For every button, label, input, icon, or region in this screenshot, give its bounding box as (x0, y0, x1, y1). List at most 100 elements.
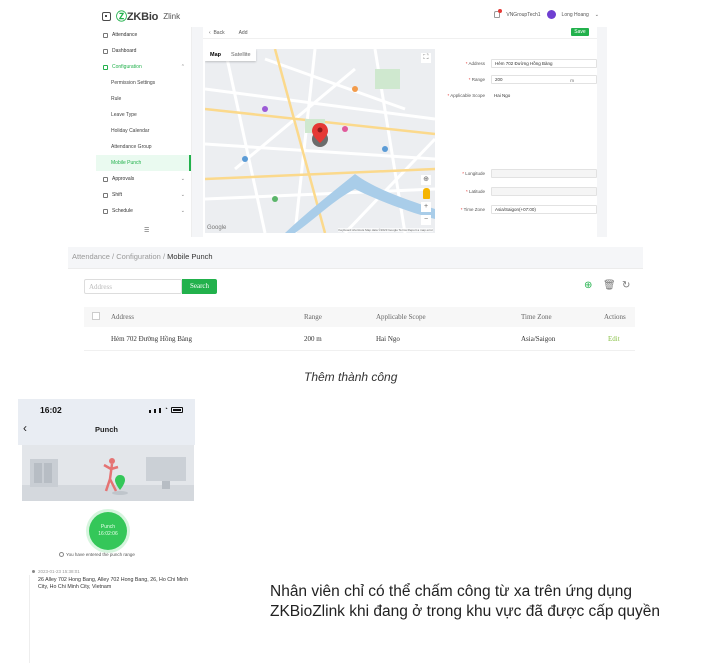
save-button[interactable]: Save (571, 28, 589, 36)
column-scope: Applicable Scope (376, 313, 426, 321)
add-mobile-punch-screenshot: ⓏZKBio Zlink VNGroupTech1 Long Hoang ⌄ A… (96, 0, 607, 237)
column-address: Address (111, 313, 134, 321)
map-view[interactable]: Map Satellite ⛶ ⊕ + − Google Keyboard sh… (205, 49, 435, 233)
notification-badge (498, 9, 503, 13)
tab-map[interactable]: Map (205, 49, 226, 61)
row-range: 200 m (304, 335, 322, 343)
map-type-tabs: Map Satellite (205, 49, 256, 61)
longitude-row: * Longitude (441, 169, 597, 178)
range-status-message: You have entered the punch range (59, 552, 135, 558)
punch-time: 16:02:06 (98, 531, 118, 537)
breadcrumb-mobile-punch: Mobile Punch (167, 252, 213, 261)
add-title: Add (238, 29, 248, 36)
phone-punch-screenshot: 16:02 ◔ ‹ Punch Punch 16:02:06 You have … (18, 399, 195, 666)
latitude-label: * Latitude (465, 189, 485, 194)
breadcrumb-attendance[interactable]: Attendance (72, 252, 110, 261)
delete-icon[interactable]: 🗑 (603, 280, 616, 291)
range-field[interactable]: 200 m (491, 75, 597, 84)
address-field[interactable]: Hẻm 702 Đường Hồng Bàng (491, 59, 597, 68)
sidebar-item-configuration[interactable]: Configuration ⌃ (96, 59, 191, 75)
notification-bell-icon[interactable] (494, 9, 503, 18)
add-icon[interactable]: ⊕ (584, 280, 592, 291)
sidebar-item-shift[interactable]: Shift ⌄ (96, 187, 191, 203)
row-scope: Hai Ngo (376, 335, 400, 343)
apps-grid-icon[interactable] (102, 11, 111, 21)
sidebar-item-attendance[interactable]: Attendance (96, 27, 191, 43)
address-label: * Address (465, 61, 485, 66)
content-panel: ‹ Back Add Save Map Satellite ⛶ ⊕ + − Go… (203, 27, 597, 237)
explanation-caption: Nhân viên chỉ có thể chấm công từ xa trê… (270, 583, 661, 620)
range-label: * Range (468, 77, 485, 82)
timezone-select[interactable]: Asia/Saigon(+07:00) (491, 205, 597, 214)
wifi-icon: ◔ (163, 406, 168, 413)
address-row: * Address Hẻm 702 Đường Hồng Bàng (441, 59, 597, 68)
user-area: VNGroupTech1 Long Hoang ⌄ (494, 9, 599, 19)
map-brand: Google (207, 225, 227, 231)
zoom-in-button[interactable]: + (421, 202, 431, 212)
breadcrumb: Attendance / Configuration / Mobile Punc… (72, 252, 213, 261)
scope-value[interactable]: Hai Ngo (491, 93, 510, 98)
column-actions: Actions (604, 313, 626, 321)
breadcrumb-configuration[interactable]: Configuration (116, 252, 161, 261)
sidebar-item-attendance-group[interactable]: Attendance Group (96, 139, 191, 155)
map-attribution[interactable]: Keyboard shortcuts Map data ©2023 Google… (338, 228, 433, 232)
record-address: 26 Alley 702 Hong Bang, Alley 702 Hong B… (38, 577, 189, 590)
office-illustration (22, 445, 194, 501)
search-button[interactable]: Search (182, 279, 217, 294)
locate-icon[interactable]: ⊕ (421, 175, 431, 185)
table-row[interactable]: Hẻm 702 Đường Hồng Bàng 200 m Hai Ngo As… (84, 329, 635, 351)
check-circle-icon (59, 552, 64, 558)
success-caption: Thêm thành công (304, 370, 398, 384)
punch-button[interactable]: Punch 16:02:06 (89, 512, 127, 550)
sidebar-item-dashboard[interactable]: Dashboard (96, 43, 191, 59)
status-icons: ◔ (148, 406, 183, 413)
sidebar-item-mobile-punch[interactable]: Mobile Punch (96, 155, 191, 171)
schedule-icon (103, 208, 108, 214)
longitude-label: * Longitude (462, 171, 485, 176)
row-address: Hẻm 702 Đường Hồng Bàng (111, 335, 192, 343)
address-filter-input[interactable]: Address (84, 279, 182, 294)
fullscreen-icon[interactable]: ⛶ (421, 53, 431, 63)
page-title: Punch (95, 425, 118, 434)
map-controls: ⊕ + − (421, 175, 431, 225)
avatar[interactable] (546, 10, 556, 19)
latitude-field (491, 187, 597, 196)
zoom-out-button[interactable]: − (421, 215, 431, 225)
sidebar: Attendance Dashboard Configuration ⌃ Perm… (96, 27, 192, 237)
office-scene-image (22, 445, 194, 501)
edit-link[interactable]: Edit (608, 335, 620, 343)
sidebar-item-approvals[interactable]: Approvals ⌄ (96, 171, 191, 187)
select-all-checkbox[interactable] (92, 312, 100, 320)
attendance-icon (103, 32, 108, 38)
chevron-down-icon: ⌄ (180, 192, 185, 198)
chevron-up-icon: ⌃ (180, 64, 185, 70)
menu-icon[interactable]: ☰ (144, 227, 149, 234)
column-timezone: Time Zone (521, 313, 552, 321)
sidebar-item-holiday-calendar[interactable]: Holiday Calendar (96, 123, 191, 139)
street-view-pegman-icon[interactable] (422, 188, 430, 199)
tab-satellite[interactable]: Satellite (226, 49, 256, 61)
sidebar-item-rule[interactable]: Rule (96, 91, 191, 107)
toolbar: ‹ Back Add (203, 27, 597, 39)
table-header: Address Range Applicable Scope Time Zone… (84, 307, 635, 327)
company-name[interactable]: VNGroupTech1 (506, 12, 540, 18)
sidebar-item-leave-type[interactable]: Leave Type (96, 107, 191, 123)
map-canvas[interactable] (205, 49, 435, 233)
approvals-icon (103, 176, 108, 182)
scope-row: * Applicable Scope Hai Ngo (441, 93, 597, 98)
sidebar-item-schedule[interactable]: Schedule ⌄ (96, 203, 191, 219)
back-button[interactable]: ‹ Back (209, 30, 225, 36)
punch-label: Punch (100, 524, 116, 530)
chevron-down-icon: ⌄ (180, 208, 185, 214)
range-row: * Range 200 m (441, 75, 597, 84)
range-unit: m (570, 78, 574, 83)
sidebar-item-permission-settings[interactable]: Permission Settings (96, 75, 191, 91)
refresh-icon[interactable]: ↻ (622, 280, 630, 291)
chevron-down-icon[interactable]: ⌄ (595, 12, 599, 18)
top-bar: ⓏZKBio Zlink VNGroupTech1 Long Hoang ⌄ (96, 0, 607, 27)
user-name[interactable]: Long Hoang (562, 12, 589, 18)
gear-icon (103, 64, 108, 70)
timezone-label: * Time Zone (460, 207, 485, 212)
scope-label: * Applicable Scope (447, 93, 485, 98)
row-timezone: Asia/Saigon (521, 335, 556, 343)
